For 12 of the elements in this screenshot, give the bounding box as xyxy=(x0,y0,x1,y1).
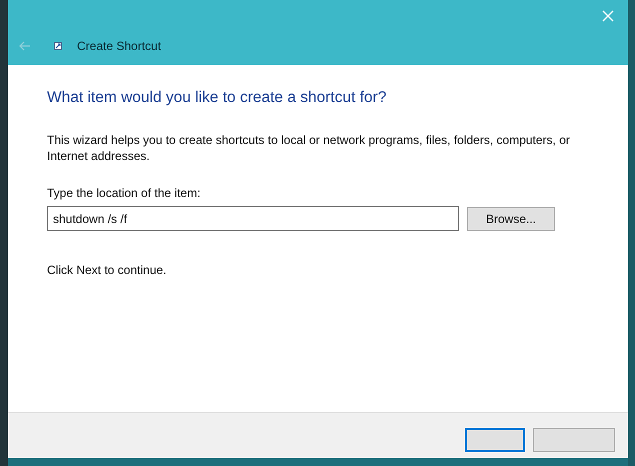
dialog-button[interactable] xyxy=(533,428,615,452)
dialog-button[interactable] xyxy=(465,428,525,452)
window-title: Create Shortcut xyxy=(77,38,162,55)
browse-button[interactable]: Browse... xyxy=(467,206,555,231)
shortcut-icon xyxy=(54,42,62,50)
back-arrow-icon xyxy=(19,41,31,51)
location-field[interactable]: shutdown /s /f xyxy=(47,206,459,232)
wizard-heading: What item would you like to create a shortcut for? xyxy=(47,88,388,108)
location-label: Type the location of the item: xyxy=(47,185,202,202)
close-icon xyxy=(602,10,614,22)
description-text: This wizard helps you to create shortcuts to local or network programs, files, folders, computers, or Internet addresses. xyxy=(47,132,571,164)
instruction-text: Click Next to continue. xyxy=(47,262,168,280)
